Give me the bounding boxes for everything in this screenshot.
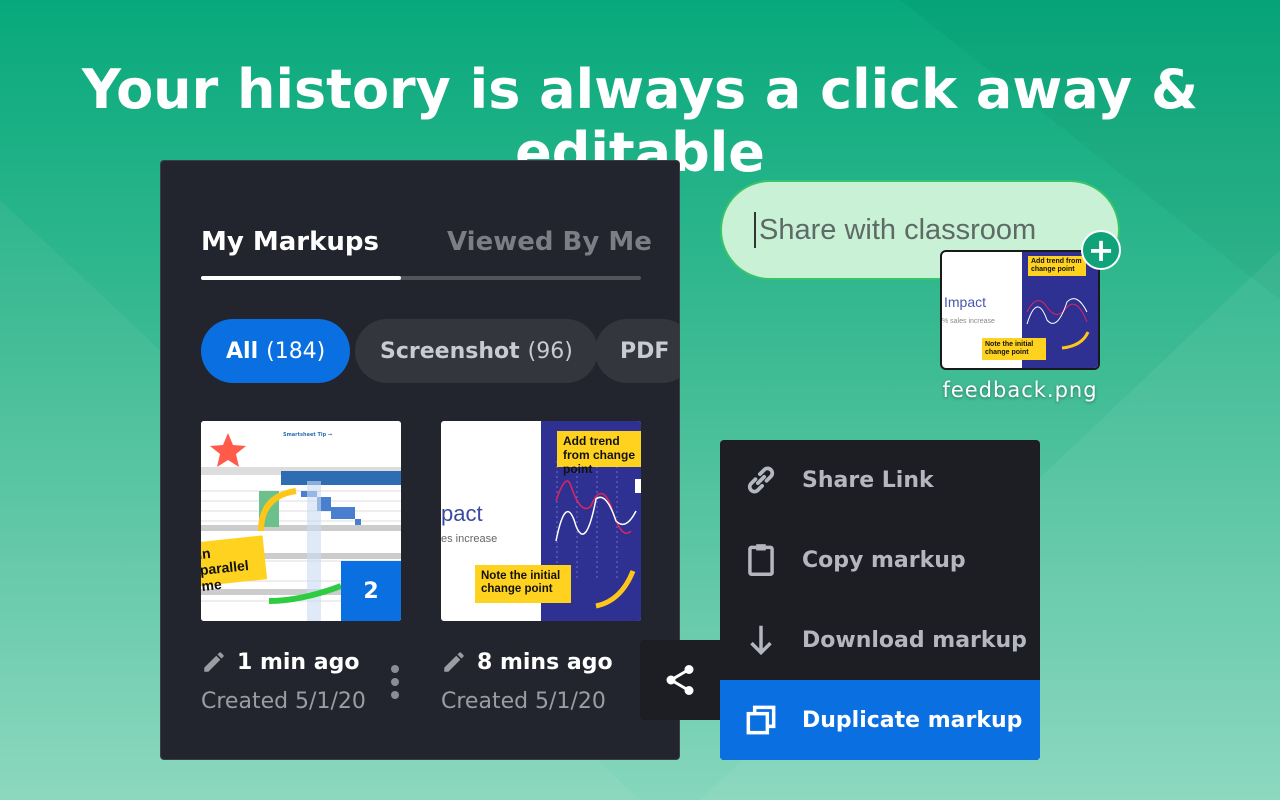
clipboard-icon	[748, 544, 774, 576]
share-input-placeholder: Share with classroom	[759, 213, 1037, 246]
filter-screenshot[interactable]: Screenshot (96)	[355, 319, 598, 383]
pencil-icon	[444, 652, 464, 672]
more-options-icon[interactable]	[391, 665, 401, 704]
annotation-note: Note the initial change point	[982, 338, 1046, 361]
item-created-date: Created 5/1/20	[201, 689, 366, 714]
menu-item-duplicate-markup[interactable]: Duplicate markup	[720, 680, 1040, 760]
file-name: feedback.png	[942, 378, 1098, 402]
markup-thumbnail[interactable]: pact es increase Add trend from change p…	[441, 421, 641, 621]
menu-item-download-markup[interactable]: Download markup	[720, 600, 1040, 680]
edited-time-text: 8 mins ago	[477, 649, 613, 675]
tab-indicator	[201, 276, 641, 280]
menu-item-label: Download markup	[802, 627, 1027, 653]
text-cursor	[754, 212, 756, 248]
tab-viewed-by-me[interactable]: Viewed By Me	[447, 227, 652, 257]
share-icon	[666, 665, 694, 695]
page-count-badge: 2	[341, 561, 401, 621]
filter-label: Screenshot	[380, 338, 520, 364]
tab-my-markups[interactable]: My Markups	[201, 227, 379, 257]
filter-pdf[interactable]: PDF	[595, 319, 679, 383]
slide-subtitle: es increase	[441, 533, 498, 545]
filter-all[interactable]: All (184)	[201, 319, 351, 383]
item-created-date: Created 5/1/20	[441, 689, 606, 714]
annotation-note: in parallel me	[201, 535, 268, 594]
pencil-icon	[204, 652, 224, 672]
annotation-note: Add trend from change point	[1028, 256, 1086, 277]
markup-thumbnail[interactable]: Smartsheet Tip → in parallel me 2	[201, 421, 401, 621]
menu-item-label: Duplicate markup	[802, 707, 1023, 733]
thumb-title: Impact	[944, 294, 987, 310]
filter-count: (96)	[527, 338, 573, 364]
filter-label: All	[226, 338, 259, 364]
markups-panel: My Markups Viewed By Me All (184) Screens…	[160, 160, 680, 760]
menu-item-label: Share Link	[802, 467, 934, 493]
svg-text:Smartsheet Tip →: Smartsheet Tip →	[283, 432, 332, 438]
menu-item-label: Copy markup	[802, 547, 966, 573]
slide-title: pact	[441, 501, 483, 526]
annotation-note: Add trend from change point	[557, 431, 641, 475]
link-icon	[747, 466, 775, 494]
duplicate-icon	[746, 705, 776, 735]
item-edited-time: 8 mins ago	[441, 649, 613, 675]
annotation-note: Note the initial change point	[475, 565, 571, 603]
menu-item-share-link[interactable]: Share Link	[720, 440, 1040, 520]
filter-label: PDF	[620, 338, 670, 364]
context-menu: Share Link Copy markup Download markup D…	[720, 440, 1040, 760]
dragged-file-thumbnail[interactable]: Impact % sales increase Add trend from c…	[940, 250, 1100, 370]
share-button[interactable]	[640, 640, 720, 720]
download-icon	[750, 625, 772, 656]
filter-count: (184)	[266, 338, 326, 364]
thumb-subtitle: % sales increase	[942, 318, 995, 325]
add-plus-icon: +	[1081, 230, 1121, 270]
item-edited-time: 1 min ago	[201, 649, 359, 675]
edited-time-text: 1 min ago	[237, 649, 360, 675]
menu-item-copy-markup[interactable]: Copy markup	[720, 520, 1040, 600]
